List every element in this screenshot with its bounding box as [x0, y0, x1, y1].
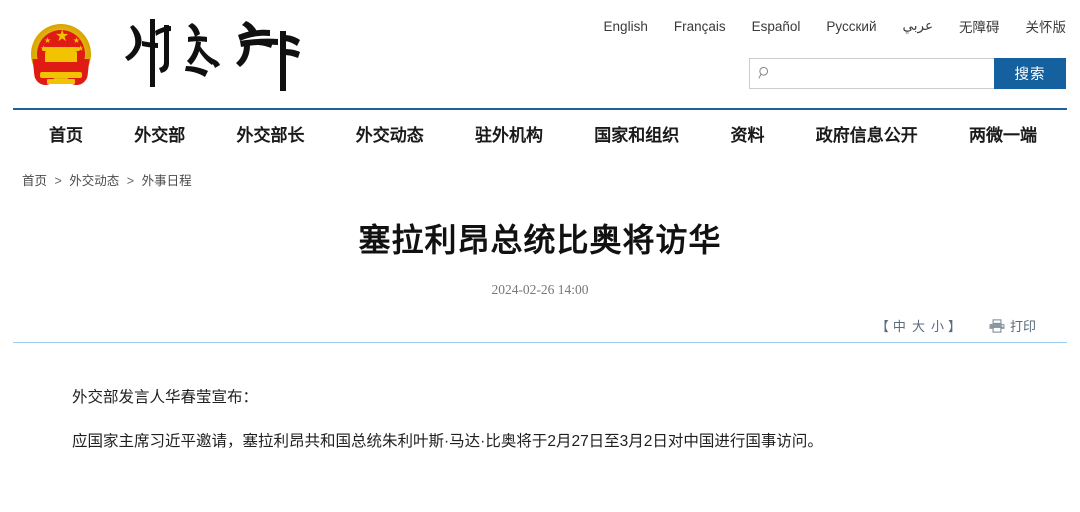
main-navigation: 首页 外交部 外交部长 外交动态 驻外机构 国家和组织 资料 政府信息公开 两微… [13, 108, 1067, 156]
font-size-small[interactable]: 小 [929, 319, 948, 334]
breadcrumb-separator: > [55, 174, 62, 188]
breadcrumb-item-home[interactable]: 首页 [22, 174, 47, 188]
search-input[interactable] [776, 59, 992, 90]
page-root: ★ ★ ★ ★ ★ [0, 0, 1080, 512]
breadcrumb: 首页 > 外交动态 > 外事日程 [22, 170, 1080, 189]
nav-item-minister[interactable]: 外交部长 [237, 121, 305, 146]
breadcrumb-separator: > [127, 174, 134, 188]
bracket-open: 【 [876, 319, 891, 334]
font-size-large[interactable]: 大 [910, 319, 929, 334]
content-divider [13, 342, 1067, 343]
page-title: 塞拉利昂总统比奥将访华 [0, 215, 1080, 261]
lang-francais[interactable]: Français [674, 19, 726, 34]
nav-item-countries-organizations[interactable]: 国家和组织 [594, 121, 679, 146]
font-size-medium[interactable]: 中 [891, 319, 910, 334]
nav-item-resources[interactable]: 资料 [731, 121, 765, 146]
article-toolbar: 【中大小】 打印 [0, 316, 1066, 335]
language-bar: English Français Español Русский عربي 无障… [604, 16, 1066, 36]
nav-item-government-info[interactable]: 政府信息公开 [816, 121, 918, 146]
nav-item-ministry[interactable]: 外交部 [134, 121, 185, 146]
bracket-close: 】 [948, 319, 963, 334]
site-brand[interactable]: ★ ★ ★ ★ ★ [28, 4, 320, 104]
printer-icon [989, 319, 1005, 333]
accessibility-version-link[interactable]: 无障碍 [959, 16, 1000, 36]
nav-item-social-media[interactable]: 两微一端 [969, 121, 1037, 146]
site-header: ★ ★ ★ ★ ★ [0, 0, 1080, 108]
search-button[interactable]: 搜索 [994, 58, 1066, 89]
breadcrumb-item-news[interactable]: 外交动态 [69, 174, 119, 188]
print-label: 打印 [1010, 316, 1036, 335]
article-paragraph: 应国家主席习近平邀请，塞拉利昂共和国总统朱利叶斯·马达·比奥将于2月27日至3月… [72, 427, 1012, 456]
lang-espanol[interactable]: Español [752, 19, 801, 34]
search-bar: 搜索 [749, 58, 1066, 89]
article-paragraph: 外交部发言人华春莹宣布： [72, 383, 1012, 412]
font-size-controls: 【中大小】 [876, 316, 963, 335]
search-icon [758, 66, 772, 80]
nav-item-home[interactable]: 首页 [49, 121, 83, 146]
national-emblem-icon: ★ ★ ★ ★ ★ [28, 21, 94, 87]
ministry-wordmark-calligraphy [120, 8, 320, 100]
lang-arabic[interactable]: عربي [902, 18, 933, 34]
article-body: 外交部发言人华春莹宣布： 应国家主席习近平邀请，塞拉利昂共和国总统朱利叶斯·马达… [72, 383, 1012, 456]
search-field-wrapper[interactable] [749, 58, 994, 89]
care-version-link[interactable]: 关怀版 [1026, 16, 1067, 36]
lang-english[interactable]: English [604, 19, 648, 34]
print-button[interactable]: 打印 [989, 316, 1036, 335]
nav-item-missions[interactable]: 驻外机构 [475, 121, 543, 146]
article-timestamp: 2024-02-26 14:00 [0, 282, 1080, 298]
lang-russian[interactable]: Русский [826, 19, 876, 34]
breadcrumb-item-schedule[interactable]: 外事日程 [142, 174, 192, 188]
nav-item-news[interactable]: 外交动态 [356, 121, 424, 146]
